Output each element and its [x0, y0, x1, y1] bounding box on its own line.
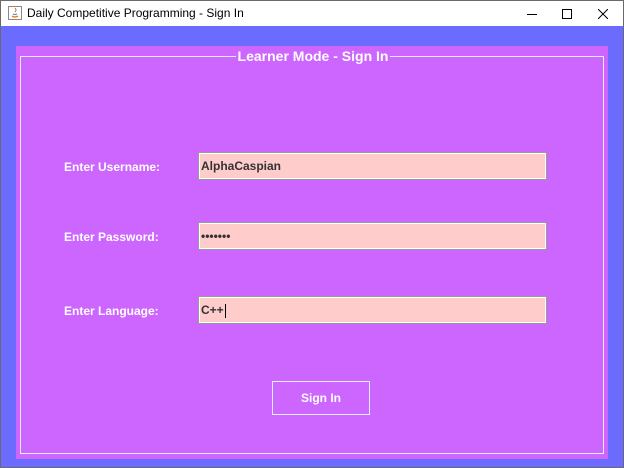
- sign-in-button[interactable]: Sign In: [272, 381, 370, 415]
- password-label: Enter Password:: [64, 230, 159, 244]
- password-field[interactable]: •••••••: [198, 222, 547, 250]
- panel-title-wrap: Learner Mode - Sign In: [21, 48, 605, 66]
- text-caret: [224, 303, 226, 318]
- window-title: Daily Competitive Programming - Sign In: [27, 6, 244, 20]
- close-icon: [598, 8, 608, 19]
- java-icon: [8, 6, 22, 20]
- language-value: C++: [201, 303, 224, 317]
- content-area: Learner Mode - Sign In Enter Username: A…: [1, 26, 623, 467]
- title-bar[interactable]: Daily Competitive Programming - Sign In: [1, 1, 623, 26]
- language-field[interactable]: C++: [198, 296, 547, 324]
- username-field[interactable]: AlphaCaspian: [198, 152, 547, 180]
- language-label: Enter Language:: [64, 304, 159, 318]
- minimize-icon: [527, 13, 537, 15]
- username-label: Enter Username:: [64, 160, 161, 174]
- sign-in-panel: Learner Mode - Sign In Enter Username: A…: [16, 46, 608, 459]
- password-value: •••••••: [201, 229, 231, 243]
- username-value: AlphaCaspian: [201, 159, 282, 173]
- application-window: Daily Competitive Programming - Sign In …: [0, 0, 624, 468]
- panel-title: Learner Mode - Sign In: [235, 48, 391, 64]
- close-button[interactable]: [580, 1, 624, 26]
- maximize-icon: [562, 8, 572, 19]
